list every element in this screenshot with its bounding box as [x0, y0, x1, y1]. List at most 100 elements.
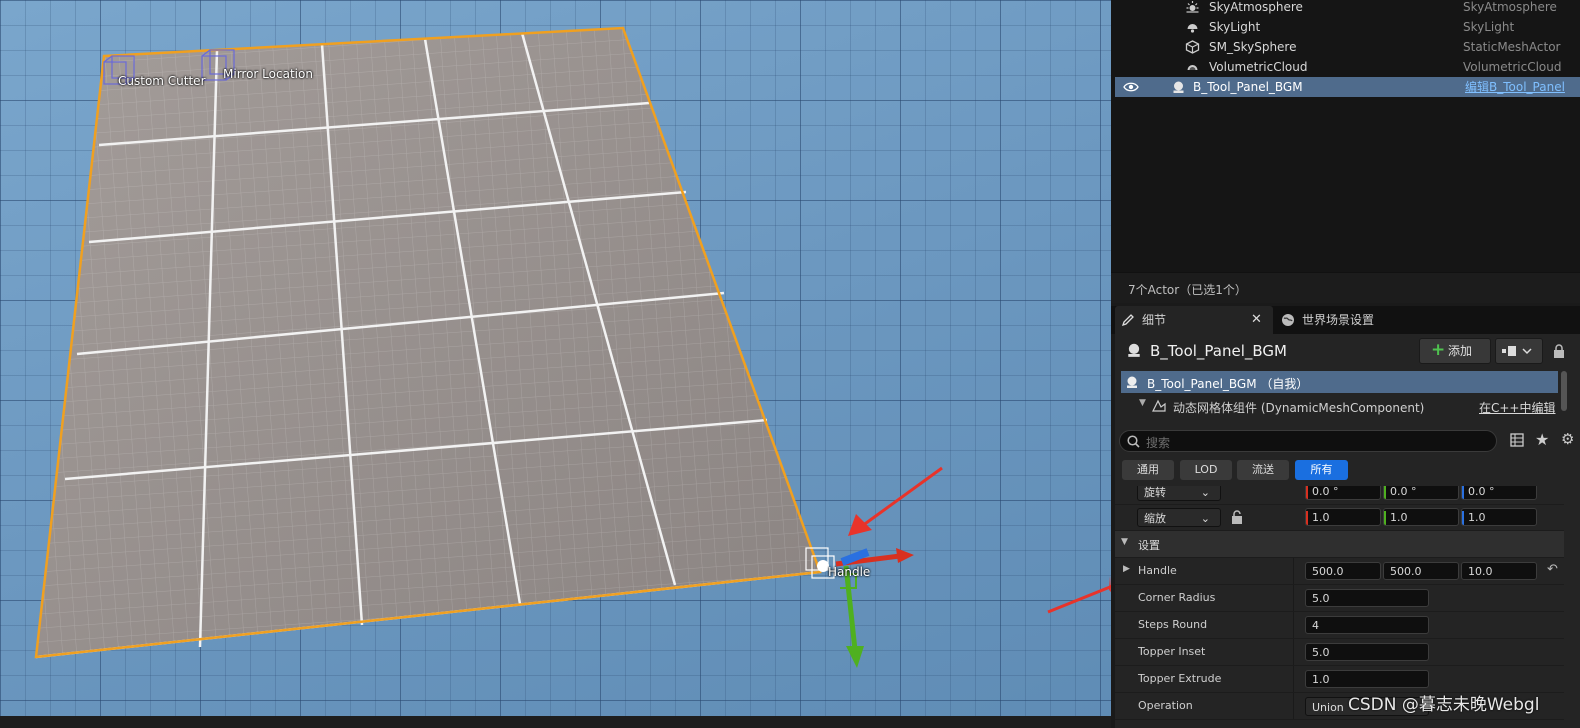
- details-search-input[interactable]: 搜索: [1119, 430, 1497, 452]
- steps-round-field[interactable]: 4: [1305, 616, 1429, 634]
- topper-inset-label: Topper Inset: [1138, 645, 1206, 658]
- topper-inset-field[interactable]: 5.0: [1305, 643, 1429, 661]
- rotation-row: 旋转 ⌄ 0.0 ° 0.0 ° 0.0 °: [1115, 486, 1564, 505]
- level-viewport[interactable]: Custom Cutter Mirror Location Handle: [0, 0, 1111, 728]
- rotation-y-field[interactable]: 0.0 °: [1383, 486, 1459, 500]
- column-divider: [1293, 639, 1294, 665]
- edit-in-cpp-link[interactable]: 在C++中编辑: [1479, 399, 1556, 416]
- expand-arrow-icon[interactable]: ▼: [1139, 398, 1146, 408]
- edit-blueprint-link[interactable]: 编辑B_Tool_Panel: [1465, 77, 1565, 97]
- component-row-root[interactable]: B_Tool_Panel_BGM （自我）: [1121, 371, 1558, 393]
- component-tree-scrollbar[interactable]: [1561, 371, 1567, 411]
- outliner-row[interactable]: SkyLight SkyLight: [1115, 17, 1580, 37]
- unlock-icon[interactable]: [1231, 510, 1243, 524]
- topper-extrude-label: Topper Extrude: [1138, 672, 1222, 685]
- plus-icon: +: [1431, 340, 1446, 360]
- topper-inset-row: Topper Inset 5.0: [1115, 639, 1564, 666]
- handle-label: Handle: [828, 565, 871, 579]
- rotation-y-value: 0.0 °: [1390, 486, 1417, 498]
- table-view-icon[interactable]: [1510, 433, 1524, 447]
- corner-radius-field[interactable]: 5.0: [1305, 589, 1429, 607]
- viewport-scene: [34, 26, 1111, 668]
- dynamic-mesh-icon: [1152, 399, 1166, 412]
- search-placeholder: 搜索: [1146, 436, 1171, 450]
- add-component-label: 添加: [1448, 344, 1473, 358]
- component-row-child[interactable]: ▼ 动态网格体组件 (DynamicMeshComponent) 在C++中编辑: [1121, 395, 1558, 417]
- filter-streaming[interactable]: 流送: [1237, 460, 1289, 480]
- rotation-x-field[interactable]: 0.0 °: [1305, 486, 1381, 500]
- settings-section-header[interactable]: ▼ 设置: [1115, 531, 1564, 558]
- tab-details[interactable]: 细节 ✕: [1115, 306, 1273, 334]
- rotation-mode-dropdown[interactable]: 旋转 ⌄: [1137, 486, 1221, 501]
- steps-round-label: Steps Round: [1138, 618, 1208, 631]
- handle-y-field[interactable]: 500.0: [1383, 562, 1459, 580]
- x-axis-marker: [1306, 486, 1308, 499]
- tab-world-settings[interactable]: 世界场景设置: [1277, 306, 1417, 334]
- handle-x-field[interactable]: 500.0: [1305, 562, 1381, 580]
- panel-tabs: 细节 ✕ 世界场景设置: [1111, 306, 1580, 334]
- sky-atmosphere-icon: [1186, 1, 1199, 13]
- scale-z-value: 1.0: [1468, 511, 1486, 524]
- blueprint-actor-icon: [1173, 81, 1184, 93]
- scale-y-field[interactable]: 1.0: [1383, 508, 1459, 526]
- column-divider: [1293, 612, 1294, 638]
- column-divider: [1293, 558, 1294, 584]
- static-mesh-icon: [1185, 40, 1200, 54]
- settings-gear-icon[interactable]: ⚙: [1561, 430, 1574, 448]
- blueprint-actor-icon: [1128, 343, 1140, 357]
- blueprint-options-dropdown[interactable]: [1495, 338, 1543, 364]
- handle-z-field[interactable]: 10.0: [1461, 562, 1537, 580]
- scale-x-field[interactable]: 1.0: [1305, 508, 1381, 526]
- blueprint-options-icon: [1502, 346, 1532, 356]
- visibility-eye-icon[interactable]: [1123, 81, 1139, 93]
- cloud-icon: [1187, 65, 1198, 70]
- outliner-row[interactable]: VolumetricCloud VolumetricCloud: [1115, 57, 1580, 77]
- lock-icon[interactable]: [1553, 344, 1565, 358]
- reset-to-default-icon[interactable]: ↶: [1547, 562, 1558, 577]
- outliner-item-name: SkyAtmosphere: [1209, 0, 1303, 14]
- outliner-item-name: VolumetricCloud: [1209, 60, 1308, 74]
- tab-details-label: 细节: [1142, 313, 1167, 327]
- y-axis-marker: [1384, 511, 1386, 525]
- outliner-footer: 7个Actor（已选1个）: [1111, 272, 1580, 303]
- column-divider: [1293, 585, 1294, 611]
- actor-count: 7个Actor（已选1个）: [1128, 283, 1247, 297]
- viewport-bottom-bar: [0, 716, 1111, 728]
- column-divider: [1293, 693, 1294, 719]
- close-icon[interactable]: ✕: [1251, 306, 1262, 334]
- favorites-star-icon[interactable]: ★: [1535, 430, 1549, 449]
- outliner-row-selected[interactable]: B_Tool_Panel_BGM 编辑B_Tool_Panel: [1115, 77, 1580, 97]
- topper-extrude-field[interactable]: 1.0: [1305, 670, 1429, 688]
- actor-name-title: B_Tool_Panel_BGM: [1150, 342, 1287, 360]
- scale-row: 缩放 ⌄ 1.0 1.0 1.0: [1115, 504, 1564, 531]
- scale-z-field[interactable]: 1.0: [1461, 508, 1537, 526]
- rotation-z-field[interactable]: 0.0 °: [1461, 486, 1537, 500]
- outliner-row[interactable]: SM_SkySphere StaticMeshActor: [1115, 37, 1580, 57]
- filter-general[interactable]: 通用: [1122, 460, 1174, 480]
- filter-lod[interactable]: LOD: [1180, 460, 1232, 480]
- scale-x-value: 1.0: [1312, 511, 1330, 524]
- outliner-item-name: SM_SkySphere: [1209, 40, 1297, 54]
- add-component-button[interactable]: + 添加: [1419, 338, 1491, 364]
- corner-radius-row: Corner Radius 5.0: [1115, 585, 1564, 612]
- scale-mode-dropdown[interactable]: 缩放 ⌄: [1137, 508, 1221, 527]
- chevron-down-icon: ⌄: [1200, 512, 1210, 525]
- search-icon: [1127, 435, 1140, 448]
- filter-all[interactable]: 所有: [1295, 460, 1348, 480]
- handle-property-row: ▶ Handle 500.0 500.0 10.0 ↶: [1115, 558, 1564, 585]
- outliner-row[interactable]: SkyAtmosphere SkyAtmosphere: [1115, 0, 1580, 17]
- component-child-label: 动态网格体组件 (DynamicMeshComponent): [1173, 401, 1425, 415]
- watermark: CSDN @暮志未晚Webgl: [1348, 695, 1540, 715]
- mirror-location-label: Mirror Location: [223, 67, 313, 81]
- outliner-item-type: SkyLight: [1463, 20, 1515, 34]
- collapse-arrow-icon: ▼: [1121, 537, 1128, 547]
- annotation-arrow-viewport: [848, 466, 943, 536]
- details-panel: B_Tool_Panel_BGM + 添加 B_Tool_Panel_BGM （…: [1115, 334, 1580, 728]
- expand-arrow-icon[interactable]: ▶: [1123, 564, 1130, 574]
- outliner-item-type: StaticMeshActor: [1463, 40, 1561, 54]
- rotation-label: 旋转: [1144, 486, 1166, 499]
- editor-side-panel: SkyAtmosphere SkyAtmosphere SkyLight Sky…: [1111, 0, 1580, 728]
- corner-radius-label: Corner Radius: [1138, 591, 1216, 604]
- operation-label: Operation: [1138, 699, 1193, 712]
- chevron-down-icon: ⌄: [1200, 486, 1210, 499]
